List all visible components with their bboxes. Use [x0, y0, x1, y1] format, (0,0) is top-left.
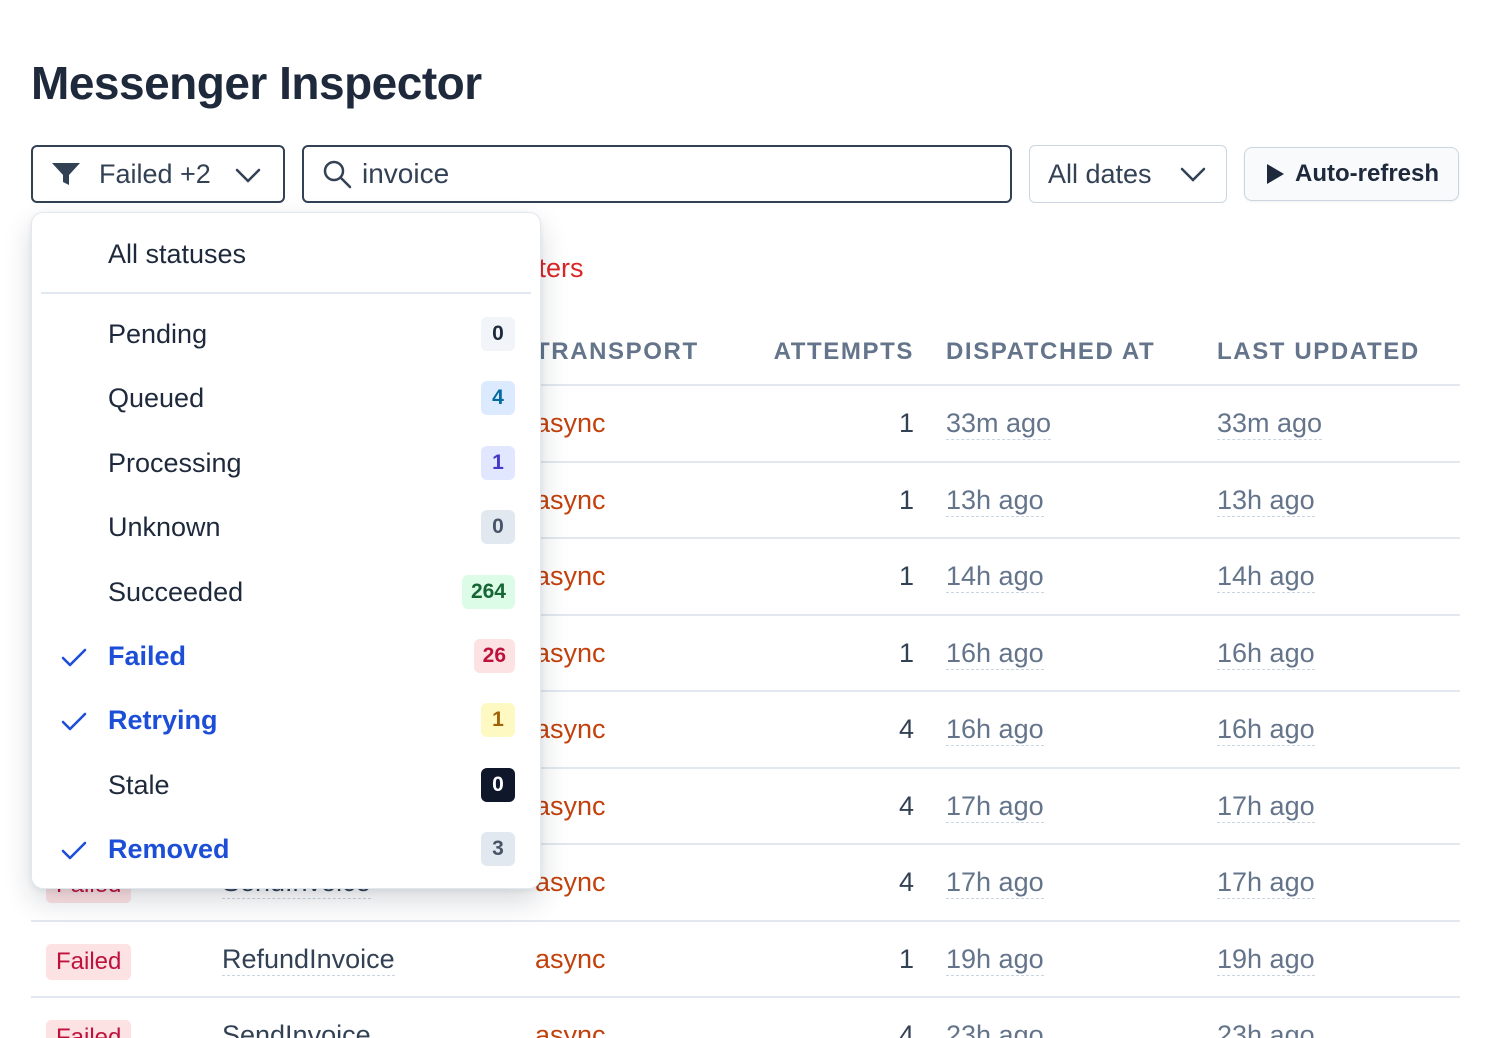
status-option-stale[interactable]: Stale 0 [32, 762, 540, 812]
status-option-label: Pending [108, 319, 208, 349]
auto-refresh-label: Auto-refresh [1295, 160, 1440, 187]
dropdown-divider [41, 292, 531, 294]
attempts-count: 4 [898, 1020, 914, 1038]
status-count-badge: 26 [473, 639, 515, 673]
transport-name: async [535, 1020, 606, 1038]
last-updated: 23h ago [1217, 1020, 1315, 1038]
search-icon [323, 160, 352, 189]
chevron-down-icon [235, 168, 261, 183]
status-option-label: Retrying [108, 705, 218, 735]
status-option-label: Removed [108, 834, 230, 864]
last-updated: 19h ago [1217, 943, 1315, 976]
check-icon [61, 841, 87, 860]
page: Messenger Inspector Failed +2 invoice Al… [0, 0, 1490, 1038]
status-option-unknown[interactable]: Unknown 0 [32, 504, 540, 554]
last-updated: 16h ago [1217, 714, 1315, 746]
status-option-pending[interactable]: Pending 0 [32, 311, 540, 361]
attempts-count: 1 [898, 408, 914, 438]
attempts-count: 4 [898, 790, 914, 821]
message-name[interactable]: RefundInvoice [222, 944, 395, 976]
auto-refresh-button[interactable]: Auto-refresh [1244, 147, 1459, 201]
transport-name: async [535, 484, 606, 515]
play-icon [1267, 164, 1284, 184]
status-option-removed[interactable]: Removed 3 [32, 826, 540, 876]
attempts-count: 1 [898, 943, 914, 974]
header-last-updated[interactable]: LAST UPDATED [1217, 338, 1420, 366]
status-option-label: Failed [108, 641, 187, 671]
search-input[interactable]: invoice [302, 145, 1012, 203]
dispatched-at: 16h ago [946, 714, 1044, 746]
page-title: Messenger Inspector [31, 57, 482, 109]
dispatched-at: 14h ago [946, 561, 1044, 593]
header-transport[interactable]: TRANSPORT [535, 338, 699, 366]
status-option-processing[interactable]: Processing 1 [32, 440, 540, 490]
dispatched-at: 23h ago [946, 1020, 1044, 1038]
status-filter-label: Failed +2 [99, 158, 211, 189]
status-count-badge: 1 [481, 703, 515, 737]
dispatched-at: 17h ago [946, 790, 1044, 823]
status-option-label: Unknown [108, 512, 221, 542]
transport-name: async [535, 561, 606, 591]
check-icon [61, 712, 87, 731]
status-dropdown-menu: All statuses Pending 0 Queued 4 Processing 1 U… [31, 212, 541, 889]
dispatched-at: 17h ago [946, 867, 1044, 899]
last-updated: 33m ago [1217, 408, 1323, 440]
status-option-label: Processing [108, 448, 242, 478]
last-updated: 17h ago [1217, 790, 1315, 823]
transport-name: async [535, 714, 606, 744]
transport-name: async [535, 790, 606, 821]
status-count-badge: 0 [481, 768, 515, 802]
filter-icon [52, 163, 80, 185]
check-icon [61, 648, 87, 667]
status-option-queued[interactable]: Queued 4 [32, 375, 540, 425]
status-option-label: Queued [108, 383, 205, 413]
status-count-badge: 3 [481, 832, 515, 866]
last-updated: 17h ago [1217, 867, 1315, 899]
all-statuses-option[interactable]: All statuses [108, 239, 246, 270]
last-updated: 13h ago [1217, 484, 1315, 517]
attempts-count: 1 [898, 561, 914, 591]
status-count-badge: 4 [481, 381, 515, 415]
status-filter-button[interactable]: Failed +2 [31, 145, 285, 203]
last-updated: 16h ago [1217, 637, 1315, 670]
table-row[interactable]: Failed SendInvoice async 4 23h ago 23h ago [31, 998, 1460, 1038]
dispatched-at: 19h ago [946, 943, 1044, 976]
header-dispatched-at[interactable]: DISPATCHED AT [946, 338, 1155, 366]
transport-name: async [535, 637, 606, 668]
status-badge: Failed [46, 943, 132, 980]
status-count-badge: 0 [481, 510, 515, 544]
transport-name: async [535, 867, 606, 897]
table-row[interactable]: Failed RefundInvoice async 1 19h ago 19h ago [31, 922, 1460, 998]
attempts-count: 1 [898, 637, 914, 668]
status-option-label: Succeeded [108, 577, 244, 607]
date-filter-label: All dates [1048, 158, 1152, 189]
date-filter-select[interactable]: All dates [1029, 145, 1227, 203]
status-count-badge: 0 [481, 317, 515, 351]
dispatched-at: 33m ago [946, 408, 1052, 440]
header-attempts[interactable]: ATTEMPTS [774, 338, 914, 366]
status-badge: Failed [46, 1020, 132, 1038]
attempts-count: 1 [898, 484, 914, 515]
attempts-count: 4 [898, 714, 914, 744]
status-option-retrying[interactable]: Retrying 1 [32, 697, 540, 747]
attempts-count: 4 [898, 867, 914, 897]
transport-name: async [535, 943, 606, 974]
status-option-failed[interactable]: Failed 26 [32, 633, 540, 683]
status-count-badge: 264 [461, 575, 515, 609]
status-count-badge: 1 [481, 446, 515, 480]
status-option-succeeded[interactable]: Succeeded 264 [32, 569, 540, 619]
search-value: invoice [362, 158, 450, 189]
chevron-down-icon [1180, 167, 1206, 182]
dispatched-at: 13h ago [946, 484, 1044, 517]
last-updated: 14h ago [1217, 561, 1315, 593]
dispatched-at: 16h ago [946, 637, 1044, 670]
status-option-label: Stale [108, 770, 170, 800]
transport-name: async [535, 408, 606, 438]
message-name[interactable]: SendInvoice [222, 1020, 371, 1038]
